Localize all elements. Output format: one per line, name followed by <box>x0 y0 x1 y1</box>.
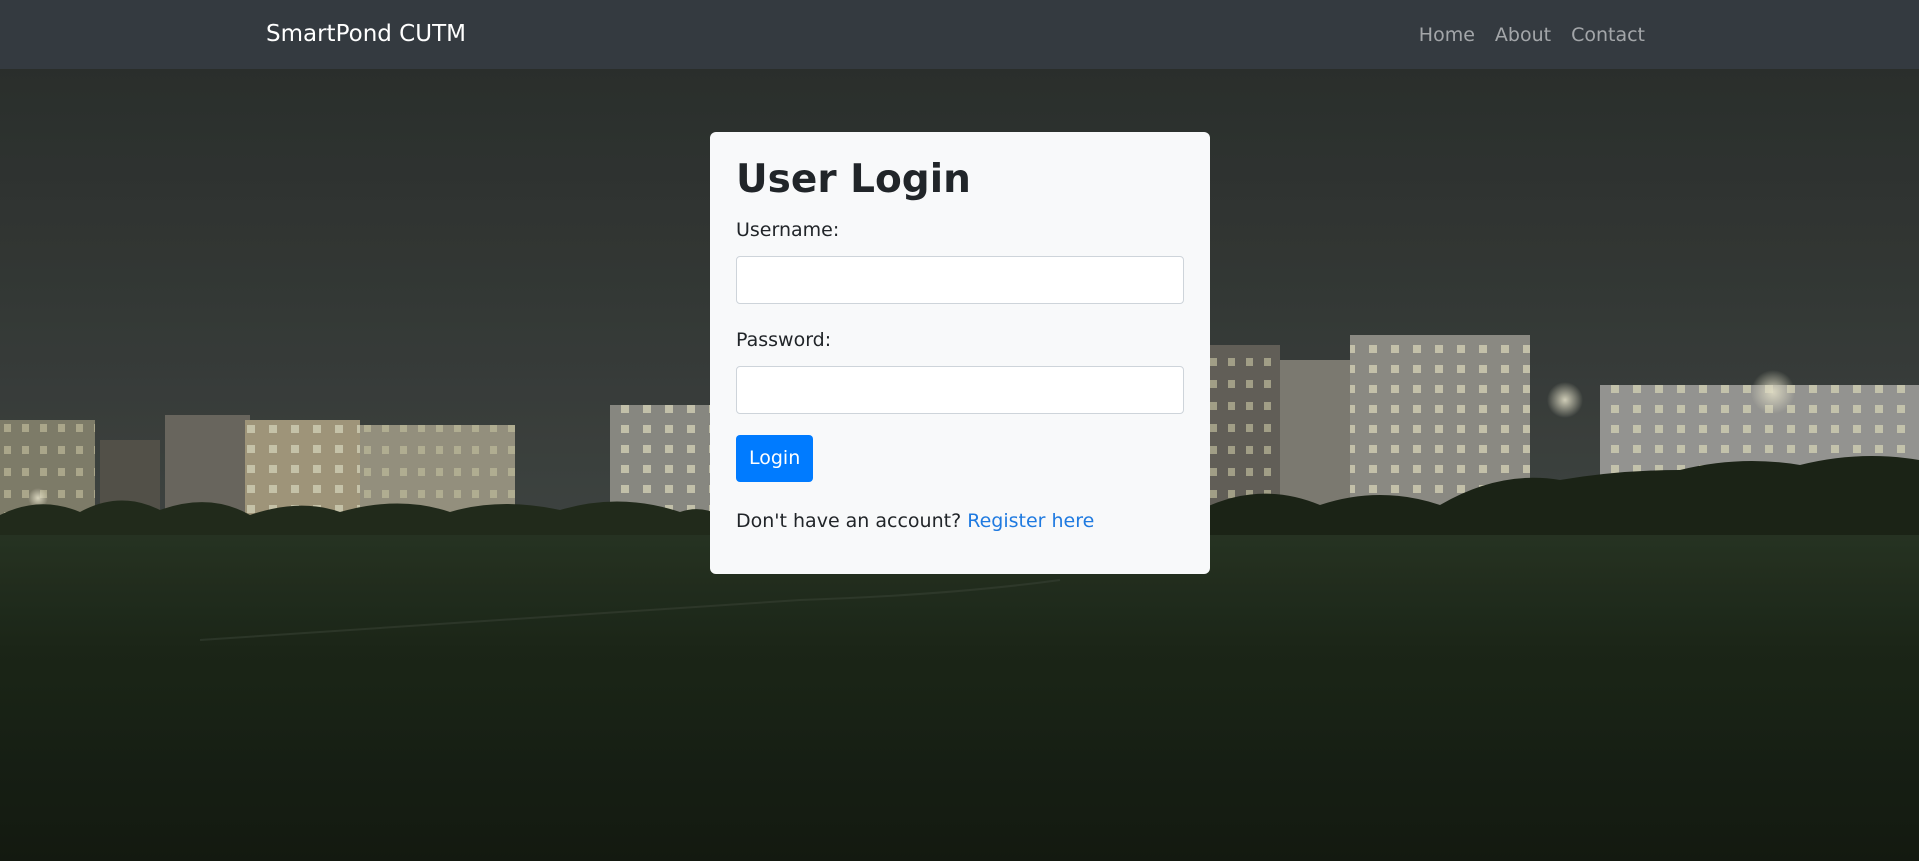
login-page: SmartPond CUTM Home About Contact User L… <box>0 0 1919 861</box>
register-prompt-line: Don't have an account? Register here <box>736 507 1184 535</box>
register-link[interactable]: Register here <box>967 510 1094 532</box>
password-input[interactable] <box>736 366 1184 414</box>
nav-link-about[interactable]: About <box>1495 21 1551 49</box>
register-prompt-text: Don't have an account? <box>736 510 962 532</box>
nav-links: Home About Contact <box>1419 21 1645 49</box>
login-title: User Login <box>736 157 971 202</box>
brand-link[interactable]: SmartPond CUTM <box>266 18 466 50</box>
login-card: User Login Username: Password: Login Don… <box>710 132 1210 574</box>
username-input[interactable] <box>736 256 1184 304</box>
password-label: Password: <box>736 329 832 351</box>
top-navbar: SmartPond CUTM Home About Contact <box>0 0 1919 69</box>
nav-link-home[interactable]: Home <box>1419 21 1475 49</box>
nav-link-contact[interactable]: Contact <box>1571 21 1645 49</box>
login-button[interactable]: Login <box>736 435 814 482</box>
username-label: Username: <box>736 219 840 241</box>
